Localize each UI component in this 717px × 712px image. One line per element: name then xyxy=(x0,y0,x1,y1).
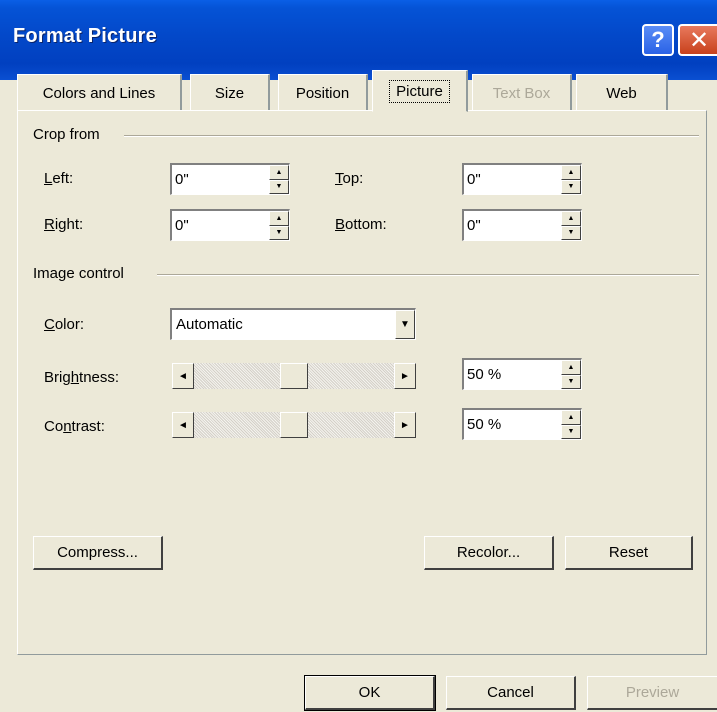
scroll-right-icon[interactable]: ► xyxy=(394,412,416,438)
crop-group-divider xyxy=(124,135,699,137)
spin-down-icon[interactable]: ▼ xyxy=(561,225,581,240)
crop-left-value[interactable]: 0" xyxy=(175,171,189,188)
help-button[interactable]: ? xyxy=(642,24,674,56)
crop-bottom-value[interactable]: 0" xyxy=(467,217,481,234)
ok-button[interactable]: OK xyxy=(304,675,436,711)
brightness-mnemonic: h xyxy=(70,369,80,386)
contrast-text-a: Co xyxy=(44,418,64,435)
spin-up-icon[interactable]: ▲ xyxy=(561,360,581,375)
tab-picture[interactable]: Picture xyxy=(372,70,468,112)
contrast-slider-thumb[interactable] xyxy=(280,412,308,438)
close-icon: ✕ xyxy=(688,26,710,54)
crop-left-spinner[interactable]: 0" ▲ ▼ xyxy=(170,163,290,195)
crop-left-label: Left: xyxy=(44,170,73,187)
tab-colors-and-lines[interactable]: Colors and Lines xyxy=(17,74,182,111)
crop-top-value[interactable]: 0" xyxy=(467,171,481,188)
contrast-slider[interactable]: ◄ ► xyxy=(172,412,416,438)
tab-label: Picture xyxy=(389,79,450,103)
tab-text-box: Text Box xyxy=(472,74,572,111)
close-button[interactable]: ✕ xyxy=(678,24,717,56)
spin-down-icon[interactable]: ▼ xyxy=(561,424,581,439)
spin-down-icon[interactable]: ▼ xyxy=(269,225,289,240)
tab-label: Size xyxy=(214,84,245,102)
reset-button-label: Reset xyxy=(608,544,649,561)
crop-left-rest: eft: xyxy=(52,170,74,187)
preview-button: Preview xyxy=(587,676,717,710)
crop-bottom-label: Bottom: xyxy=(335,216,387,233)
spin-down-icon[interactable]: ▼ xyxy=(561,374,581,389)
tab-web[interactable]: Web xyxy=(576,74,668,111)
spin-up-icon[interactable]: ▲ xyxy=(269,211,289,226)
tab-label: Position xyxy=(295,84,350,102)
scroll-right-icon[interactable]: ► xyxy=(394,363,416,389)
crop-top-mnemonic: T xyxy=(335,170,343,187)
cancel-button-label: Cancel xyxy=(487,684,534,701)
crop-from-heading: Crop from xyxy=(33,126,100,143)
crop-top-spinner[interactable]: 0" ▲ ▼ xyxy=(462,163,582,195)
brightness-text-a: Brig xyxy=(44,369,71,386)
color-dropdown[interactable]: Automatic ▼ xyxy=(170,308,416,340)
scroll-left-icon[interactable]: ◄ xyxy=(172,363,194,389)
tab-label: Colors and Lines xyxy=(42,84,156,102)
compress-button[interactable]: Compress... xyxy=(33,536,163,570)
crop-bottom-spinner[interactable]: 0" ▲ ▼ xyxy=(462,209,582,241)
color-label: Color: xyxy=(44,316,84,333)
spin-up-icon[interactable]: ▲ xyxy=(561,165,581,180)
spin-up-icon[interactable]: ▲ xyxy=(561,410,581,425)
preview-button-label: Preview xyxy=(625,684,680,701)
brightness-slider[interactable]: ◄ ► xyxy=(172,363,416,389)
brightness-label: Brightness: xyxy=(44,369,119,386)
crop-bottom-rest: ottom: xyxy=(345,216,387,233)
crop-right-label: Right: xyxy=(44,216,83,233)
contrast-spinner[interactable]: 50 % ▲ ▼ xyxy=(462,408,582,440)
color-dropdown-value: Automatic xyxy=(176,316,243,333)
chevron-down-icon[interactable]: ▼ xyxy=(395,310,415,339)
contrast-value[interactable]: 50 % xyxy=(467,416,501,433)
spin-down-icon[interactable]: ▼ xyxy=(269,179,289,194)
color-rest: olor: xyxy=(54,316,85,333)
brightness-spinner[interactable]: 50 % ▲ ▼ xyxy=(462,358,582,390)
crop-top-label: Top: xyxy=(335,170,363,187)
crop-right-value[interactable]: 0" xyxy=(175,217,189,234)
contrast-text-b: trast: xyxy=(71,418,105,435)
spin-up-icon[interactable]: ▲ xyxy=(561,211,581,226)
title-bar: Format Picture ? ✕ xyxy=(0,0,717,80)
compress-button-label: Compress... xyxy=(57,544,138,561)
dialog-title: Format Picture xyxy=(13,25,157,47)
brightness-value[interactable]: 50 % xyxy=(467,366,501,383)
brightness-slider-thumb[interactable] xyxy=(280,363,308,389)
help-icon: ? xyxy=(651,27,665,52)
image-control-heading: Image control xyxy=(33,265,124,282)
crop-top-rest: op: xyxy=(342,170,364,187)
crop-right-mnemonic: R xyxy=(44,216,55,233)
tab-label: Web xyxy=(606,84,637,102)
brightness-text-b: tness: xyxy=(79,369,120,386)
contrast-mnemonic: n xyxy=(63,418,72,435)
crop-right-spinner[interactable]: 0" ▲ ▼ xyxy=(170,209,290,241)
spin-up-icon[interactable]: ▲ xyxy=(269,165,289,180)
contrast-label: Contrast: xyxy=(44,418,105,435)
crop-right-rest: ight: xyxy=(54,216,84,233)
tab-label: Text Box xyxy=(492,84,551,102)
ok-button-label: OK xyxy=(358,684,381,701)
color-mnemonic: C xyxy=(44,316,55,333)
recolor-button-label: Recolor... xyxy=(456,544,521,561)
recolor-button[interactable]: Recolor... xyxy=(424,536,554,570)
image-control-group-divider xyxy=(157,274,699,276)
spin-down-icon[interactable]: ▼ xyxy=(561,179,581,194)
scroll-left-icon[interactable]: ◄ xyxy=(172,412,194,438)
reset-button[interactable]: Reset xyxy=(565,536,693,570)
tab-size[interactable]: Size xyxy=(190,74,270,111)
crop-bottom-mnemonic: B xyxy=(335,216,346,233)
tab-position[interactable]: Position xyxy=(278,74,368,111)
cancel-button[interactable]: Cancel xyxy=(446,676,576,710)
